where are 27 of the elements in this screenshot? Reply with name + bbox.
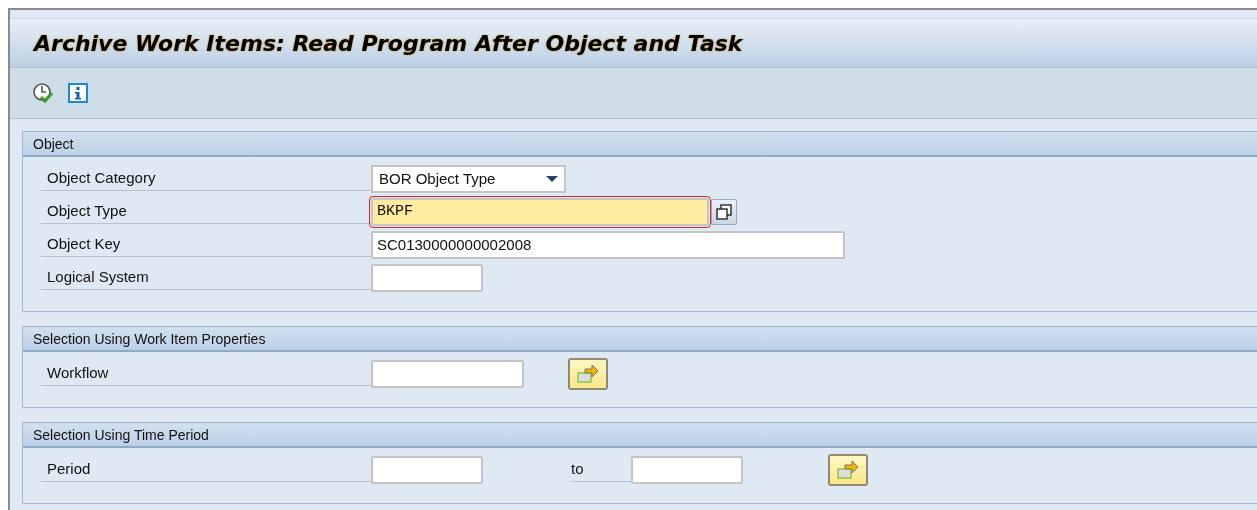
multiple-selection-icon xyxy=(576,363,600,384)
input-field[interactable] xyxy=(631,455,743,484)
input-field[interactable]: SC0130000000002008 xyxy=(371,230,845,259)
copy-icon xyxy=(716,203,732,220)
input-field[interactable] xyxy=(371,359,524,388)
multiple-selection-icon xyxy=(836,459,860,480)
input-field[interactable] xyxy=(371,263,483,292)
field-label: Object Key xyxy=(41,232,371,257)
group-title: Object xyxy=(23,132,1257,157)
input-field[interactable]: BKPF xyxy=(371,197,709,226)
multiple-values-button[interactable] xyxy=(711,198,737,225)
caret-icon xyxy=(546,175,558,182)
field-label: Object Category xyxy=(41,166,371,191)
info-icon xyxy=(68,83,88,103)
input-field[interactable] xyxy=(371,455,483,484)
field-label: Period xyxy=(41,457,371,482)
multiple-selection-button[interactable] xyxy=(828,453,868,486)
group-title: Selection Using Work Item Properties xyxy=(23,327,1257,352)
execute-icon xyxy=(32,82,54,104)
group-title: Selection Using Time Period xyxy=(23,423,1257,448)
window-title: Archive Work Items: Read Program After Object and Task xyxy=(34,30,743,56)
multiple-selection-button[interactable] xyxy=(568,357,608,390)
execute-button[interactable] xyxy=(32,82,54,104)
field-label: Workflow xyxy=(41,361,371,386)
info-button[interactable] xyxy=(68,83,88,103)
dropdown-field[interactable]: BOR Object Type xyxy=(371,164,566,193)
field-label: Logical System xyxy=(41,265,371,290)
